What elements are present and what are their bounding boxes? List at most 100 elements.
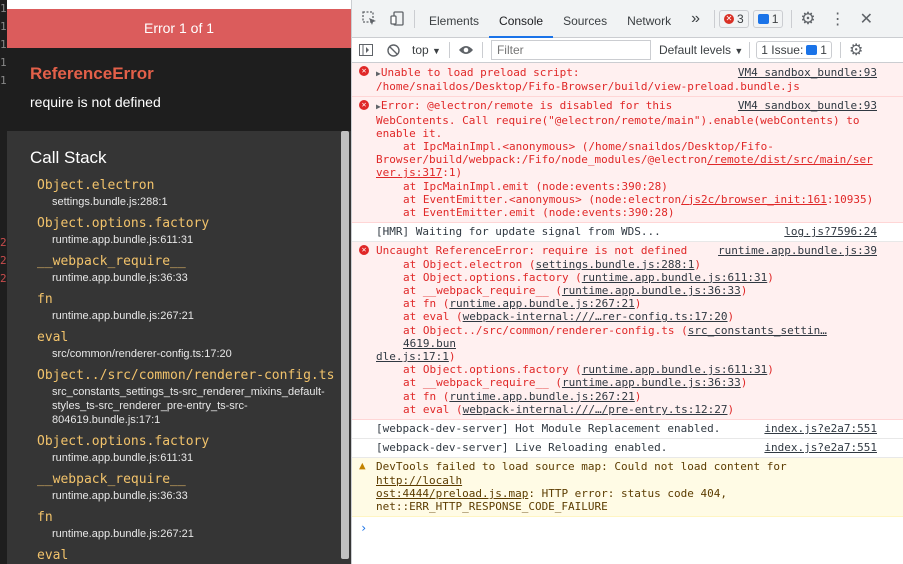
call-stack-scrollbar[interactable]: [338, 131, 351, 564]
message-count-badge[interactable]: 1: [752, 9, 784, 28]
stack-link[interactable]: ver.js:317: [376, 166, 442, 179]
stack-link[interactable]: webpack-internal:///…rer-config.ts:17:20: [463, 310, 728, 323]
console-settings-gear-icon[interactable]: ⚙: [849, 40, 863, 60]
stack-line: at eval (webpack-internal:///…/pre-entry…: [376, 403, 877, 416]
message-text: [HMR] Waiting for update signal from WDS…: [376, 225, 661, 239]
frame-function: Object../src/common/renderer-config.ts: [37, 368, 335, 383]
stack-link[interactable]: /remote/dist/src/main/ser: [707, 153, 873, 166]
clear-console-icon[interactable]: [380, 43, 406, 57]
stack-frame[interactable]: evalsrc/common/renderer-config.ts:17:20: [30, 547, 338, 564]
issues-button[interactable]: 1 Issue: 1: [756, 41, 832, 59]
stack-frame[interactable]: Object../src/common/renderer-config.ts sr…: [30, 367, 338, 427]
filter-input[interactable]: [490, 40, 651, 60]
source-link[interactable]: index.js?e2a7:551: [764, 422, 903, 435]
stack-text: at __webpack_require__ (: [403, 284, 562, 298]
stack-line: :10935): [826, 192, 874, 206]
stack-link[interactable]: dle.js:17:1: [376, 350, 449, 363]
context-selector[interactable]: top ▼: [412, 43, 441, 57]
console-message-error[interactable]: ✕ runtime.app.bundle.js:39 Uncaught Refe…: [352, 242, 903, 421]
frame-location: runtime.app.bundle.js:611:31: [52, 234, 194, 246]
stack-text: at Object../src/common/renderer-config.t…: [403, 323, 688, 337]
console-message-error[interactable]: ✕ VM4 sandbox_bundle:93 ▶Unable to load …: [352, 63, 903, 98]
frame-location: src/common/renderer-config.ts:17:20: [52, 348, 232, 360]
toolbar-separator: [481, 42, 483, 58]
stack-line: at fn (runtime.app.bundle.js:267:21): [376, 297, 877, 310]
console-message-log[interactable]: index.js?e2a7:551 [webpack-dev-server] L…: [352, 439, 903, 459]
scrollbar-thumb[interactable]: [341, 131, 349, 559]
source-link[interactable]: runtime.app.bundle.js:39: [718, 244, 903, 257]
stack-link[interactable]: runtime.app.bundle.js:36:33: [562, 376, 741, 389]
tab-elements[interactable]: Elements: [419, 0, 489, 38]
close-icon[interactable]: ✕: [860, 9, 873, 29]
stack-frame[interactable]: fn runtime.app.bundle.js:267:21: [30, 291, 338, 323]
settings-gear-icon[interactable]: ⚙: [800, 9, 815, 29]
stack-link[interactable]: runtime.app.bundle.js:267:21: [449, 297, 634, 310]
source-link[interactable]: index.js?e2a7:551: [764, 441, 903, 454]
toolbar-separator: [714, 9, 716, 28]
sidebar-toggle-icon[interactable]: [352, 44, 380, 56]
stack-line: at Object.options.factory (runtime.app.b…: [376, 271, 877, 284]
stack-link[interactable]: runtime.app.bundle.js:611:31: [582, 271, 767, 284]
stack-link[interactable]: runtime.app.bundle.js:36:33: [562, 284, 741, 297]
source-map-link[interactable]: ost:4444/preload.js.map: [376, 487, 528, 500]
source-link[interactable]: VM4 sandbox_bundle:93: [738, 99, 903, 112]
stack-frame[interactable]: __webpack_require__ runtime.app.bundle.js…: [30, 253, 338, 285]
error-icon: ✕: [359, 100, 369, 111]
frame-location: runtime.app.bundle.js:36:33: [52, 490, 188, 502]
line-number: 1: [0, 20, 7, 33]
message-icon: [757, 13, 769, 24]
stack-text: ): [767, 363, 774, 377]
stack-line: dle.js:17:1): [376, 350, 877, 363]
log-levels-dropdown[interactable]: Default levels ▼: [659, 43, 743, 57]
stack-line: :1): [442, 166, 463, 180]
stack-frame[interactable]: Object.options.factory runtime.app.bundle…: [30, 433, 338, 465]
source-link[interactable]: VM4 sandbox_bundle:93: [738, 66, 903, 79]
error-count-badge[interactable]: ✕ 3: [719, 9, 749, 28]
message-text: WebContents. Call require("@electron/rem…: [376, 113, 860, 127]
tab-console[interactable]: Console: [489, 0, 554, 38]
console-message-error[interactable]: ✕ VM4 sandbox_bundle:93 ▶Error: @electro…: [352, 97, 903, 224]
stack-frame[interactable]: Object.electron settings.bundle.js:288:1: [30, 177, 338, 209]
source-map-link[interactable]: http://localh: [376, 474, 462, 487]
device-toolbar-icon[interactable]: [384, 11, 410, 26]
live-expression-eye-icon[interactable]: [458, 45, 474, 55]
stack-text: ): [727, 402, 735, 416]
stack-text: ): [448, 350, 456, 364]
stack-frame[interactable]: fn runtime.app.bundle.js:267:21: [30, 509, 338, 541]
inspect-element-icon[interactable]: [354, 11, 384, 26]
frame-function: fn: [37, 292, 53, 307]
console-message-log[interactable]: index.js?e2a7:551 [webpack-dev-server] H…: [352, 420, 903, 440]
more-tabs-button[interactable]: »: [681, 0, 710, 38]
message-text: Unable to load preload script:: [380, 66, 580, 79]
console-message-warning[interactable]: ▲ DevTools failed to load source map: Co…: [352, 458, 903, 518]
console-prompt[interactable]: ›: [352, 517, 903, 539]
log-levels-label: Default levels: [658, 43, 731, 57]
stack-line: at eval (webpack-internal:///…rer-config…: [376, 310, 877, 323]
frame-function: eval: [37, 548, 69, 563]
console-message-log[interactable]: log.js?7596:24 [HMR] Waiting for update …: [352, 223, 903, 243]
stack-frame[interactable]: __webpack_require__ runtime.app.bundle.js…: [30, 471, 338, 503]
stack-line: at __webpack_require__ (runtime.app.bund…: [376, 376, 877, 389]
devtools-panel: Elements Console Sources Network » ✕ 3 1 …: [352, 0, 903, 564]
line-number: [0, 162, 7, 180]
stack-link[interactable]: runtime.app.bundle.js:611:31: [582, 363, 767, 376]
error-icon: ✕: [359, 245, 369, 256]
message-text: /home/snaildos/Desktop/Fifo-Browser/buil…: [376, 80, 800, 94]
call-stack: Call Stack Object.electron settings.bundl…: [7, 131, 338, 564]
stack-line: at Object.electron (settings.bundle.js:2…: [376, 258, 877, 271]
stack-frame[interactable]: Object.options.factory runtime.app.bundle…: [30, 215, 338, 247]
kebab-menu-icon[interactable]: ⋮: [830, 9, 846, 29]
line-number: 1: [0, 2, 7, 15]
overlay-top-band: [7, 0, 351, 9]
stack-frame[interactable]: evalsrc/common/renderer-config.ts:17:20: [30, 329, 338, 361]
tab-sources[interactable]: Sources: [553, 0, 617, 38]
message-count: 1: [771, 11, 779, 26]
stack-link[interactable]: webpack-internal:///…/pre-entry.ts:12:27: [463, 403, 728, 416]
prompt-chevron-icon: ›: [360, 521, 368, 536]
tab-network[interactable]: Network: [617, 0, 681, 38]
stack-link[interactable]: runtime.app.bundle.js:267:21: [449, 390, 634, 403]
source-link[interactable]: log.js?7596:24: [784, 225, 903, 238]
stack-link[interactable]: settings.bundle.js:288:1: [535, 258, 694, 271]
message-text: : HTTP error: status code 404,: [528, 486, 728, 500]
stack-link[interactable]: /js2c/browser_init:161: [681, 193, 827, 206]
